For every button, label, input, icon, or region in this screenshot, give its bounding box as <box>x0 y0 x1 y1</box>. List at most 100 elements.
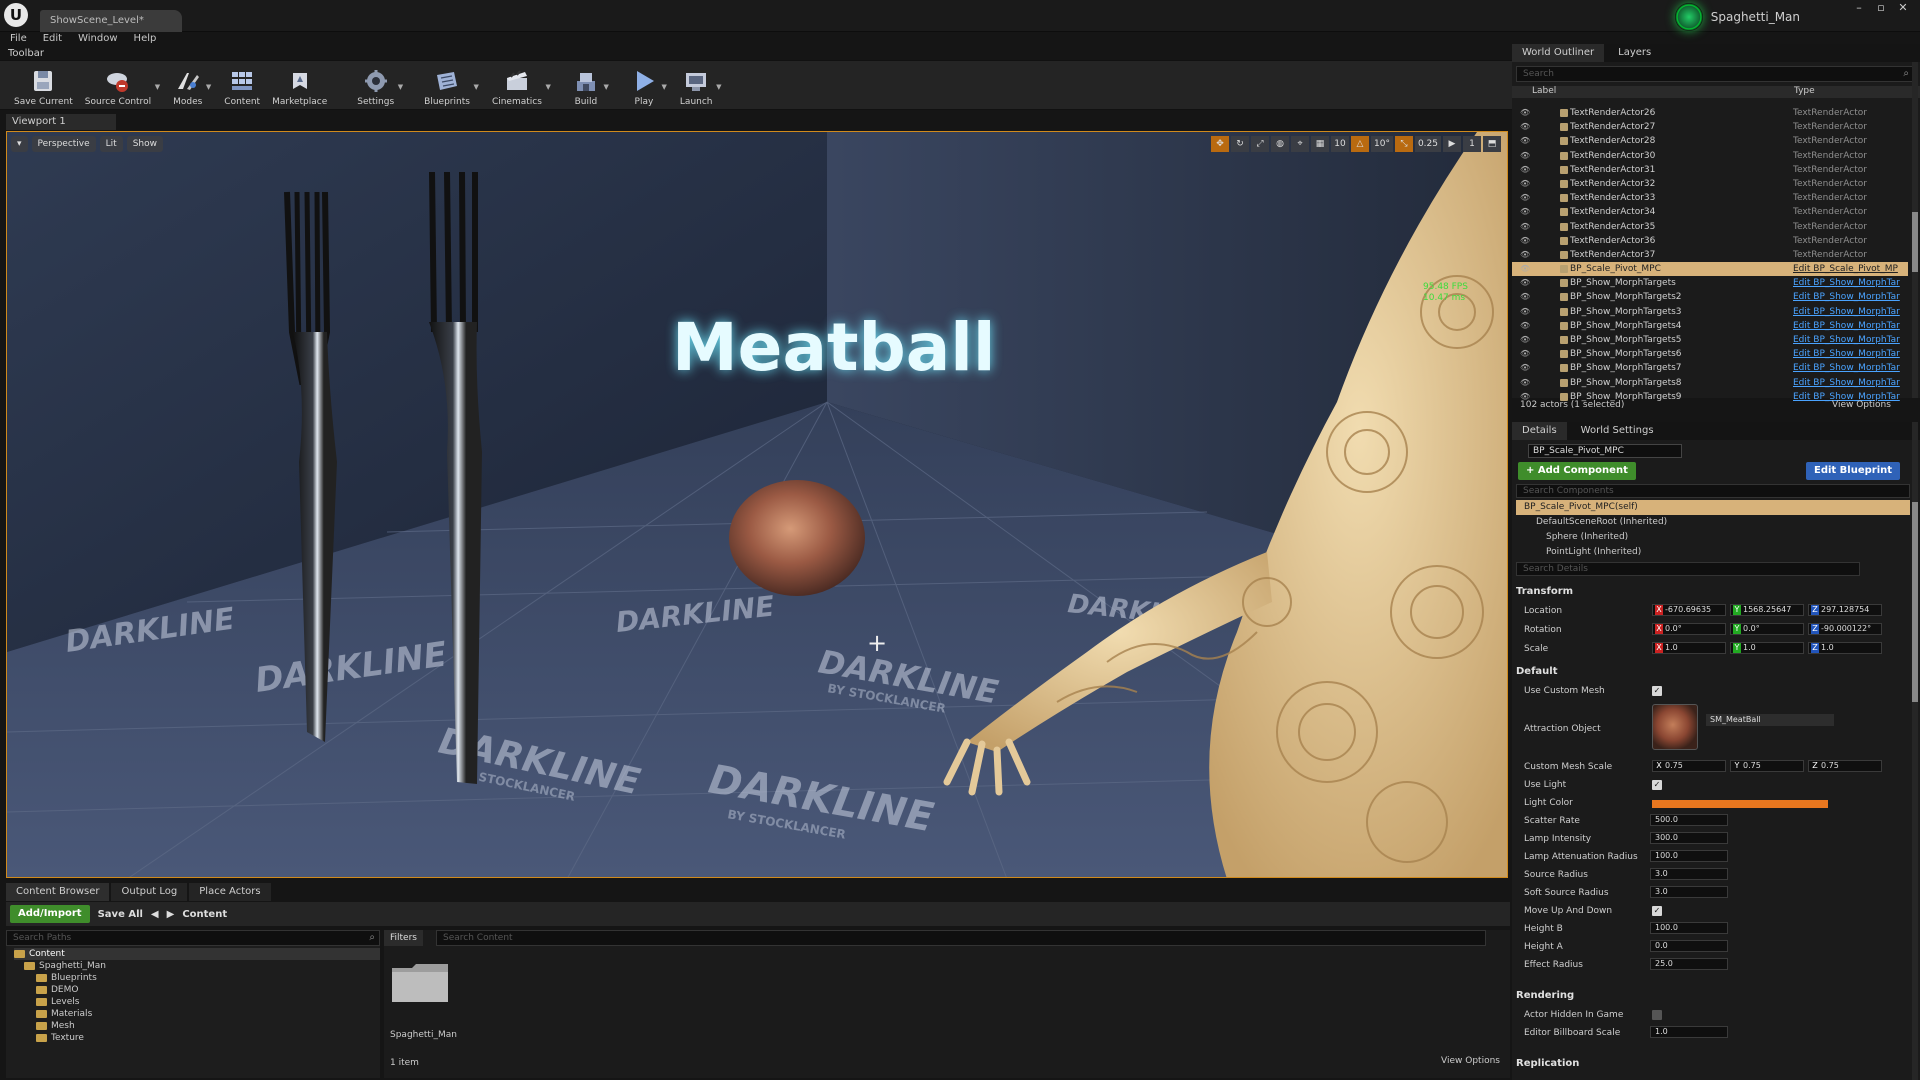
chevron-down-icon[interactable]: ▼ <box>716 83 721 91</box>
visibility-eye-icon[interactable]: 👁 <box>1520 234 1530 248</box>
edit-blueprint-link[interactable]: Edit BP_Show_MorphTar <box>1793 333 1900 347</box>
edit-blueprint-link[interactable]: Edit BP_Show_MorphTar <box>1793 319 1900 333</box>
component-sphere[interactable]: Sphere (Inherited) <box>1516 530 1910 545</box>
visibility-eye-icon[interactable]: 👁 <box>1520 120 1530 134</box>
outliner-row[interactable]: 👁 TextRenderActor28 TextRenderActor <box>1512 134 1908 148</box>
col-type[interactable]: Type <box>1794 86 1815 96</box>
add-component-button[interactable]: + Add Component <box>1518 462 1636 480</box>
outliner-scrollbar[interactable] <box>1912 62 1918 398</box>
tree-item-blueprints[interactable]: Blueprints <box>14 972 380 984</box>
scale-z[interactable]: Z 1.0 <box>1808 642 1882 654</box>
component-point-light[interactable]: PointLight (Inherited) <box>1516 545 1910 560</box>
launch-button[interactable]: Launch ▼ <box>674 61 722 111</box>
show-button[interactable]: Show <box>126 136 163 152</box>
custom-mesh-scale-z[interactable]: Z 0.75 <box>1808 760 1882 772</box>
viewport-menu-button[interactable]: ▾ <box>11 136 28 152</box>
visibility-eye-icon[interactable]: 👁 <box>1520 361 1530 375</box>
visibility-eye-icon[interactable]: 👁 <box>1520 220 1530 234</box>
chevron-down-icon[interactable]: ▼ <box>474 83 479 91</box>
tab-details[interactable]: Details <box>1512 422 1567 440</box>
location-x[interactable]: X -670.69635 <box>1652 604 1726 616</box>
edit-blueprint-link[interactable]: Edit BP_Show_MorphTar <box>1793 290 1900 304</box>
height-a-field[interactable]: 0.0 <box>1650 940 1728 952</box>
menu-edit[interactable]: Edit <box>43 33 62 47</box>
minimize-icon[interactable]: – <box>1850 2 1868 16</box>
save-all-button[interactable]: Save All <box>98 909 143 920</box>
section-rendering[interactable]: Rendering <box>1516 990 1574 1001</box>
outliner-row[interactable]: 👁 BP_Show_MorphTargets Edit BP_Show_MorphT… <box>1512 276 1908 290</box>
surface-snap-icon[interactable]: ⌖ <box>1291 136 1309 152</box>
use-custom-mesh-checkbox[interactable]: ✓ <box>1652 686 1662 696</box>
lamp-intensity-field[interactable]: 300.0 <box>1650 832 1728 844</box>
outliner-search-input[interactable]: Search ⌕ <box>1516 66 1914 82</box>
outliner-row[interactable]: 👁 BP_Show_MorphTargets6 Edit BP_Show_Morph… <box>1512 347 1908 361</box>
outliner-row[interactable]: 👁 TextRenderActor26 TextRenderActor <box>1512 106 1908 120</box>
tree-item-content[interactable]: Content <box>14 948 380 960</box>
scale-snap-icon[interactable]: ⤡ <box>1394 136 1413 152</box>
custom-mesh-scale-y[interactable]: Y 0.75 <box>1730 760 1804 772</box>
tab-content-browser[interactable]: Content Browser <box>6 883 110 901</box>
edit-blueprint-link[interactable]: Edit BP_Show_MorphTar <box>1793 361 1900 375</box>
rotate-icon[interactable]: ↻ <box>1231 136 1249 152</box>
meatball-mesh[interactable] <box>729 480 865 596</box>
visibility-eye-icon[interactable]: 👁 <box>1520 276 1530 290</box>
outliner-row[interactable]: 👁 BP_Show_MorphTargets8 Edit BP_Show_Morph… <box>1512 376 1908 390</box>
search-paths-input[interactable]: Search Paths ⌕ <box>6 930 380 946</box>
tab-layers[interactable]: Layers <box>1608 44 1661 62</box>
camera-speed-value[interactable]: 1 <box>1463 136 1481 152</box>
filters-button[interactable]: Filters <box>384 930 423 946</box>
visibility-eye-icon[interactable]: 👁 <box>1520 205 1530 219</box>
folder-icon[interactable] <box>390 960 450 1004</box>
view-options-button[interactable]: View Options <box>1441 1056 1500 1066</box>
outliner-row[interactable]: 👁 BP_Show_MorphTargets7 Edit BP_Show_Morph… <box>1512 361 1908 375</box>
edit-blueprint-link[interactable]: Edit BP_Show_MorphTar <box>1793 347 1900 361</box>
translate-icon[interactable]: ✥ <box>1211 136 1229 152</box>
visibility-eye-icon[interactable]: 👁 <box>1520 149 1530 163</box>
user-badge[interactable]: Spaghetti_Man <box>1674 2 1800 32</box>
scatter-rate-field[interactable]: 500.0 <box>1650 814 1728 826</box>
source-control-button[interactable]: Source Control ▼ <box>79 61 160 111</box>
visibility-eye-icon[interactable]: 👁 <box>1520 262 1530 276</box>
light-color-swatch[interactable] <box>1652 800 1828 808</box>
col-label[interactable]: Label <box>1532 86 1556 96</box>
section-default[interactable]: Default <box>1516 666 1558 677</box>
outliner-row[interactable]: 👁 BP_Show_MorphTargets5 Edit BP_Show_Morph… <box>1512 333 1908 347</box>
soft-source-radius-field[interactable]: 3.0 <box>1650 886 1728 898</box>
rotation-snap-icon[interactable]: △ <box>1351 136 1369 152</box>
search-content-input[interactable]: Search Content <box>436 930 1486 946</box>
outliner-row[interactable]: 👁 TextRenderActor31 TextRenderActor <box>1512 163 1908 177</box>
attraction-object-dropdown[interactable]: SM_MeatBall <box>1706 714 1834 726</box>
visibility-eye-icon[interactable]: 👁 <box>1520 376 1530 390</box>
visibility-eye-icon[interactable]: 👁 <box>1520 163 1530 177</box>
lit-button[interactable]: Lit <box>99 136 123 152</box>
custom-mesh-scale-x[interactable]: X 0.75 <box>1652 760 1726 772</box>
menu-window[interactable]: Window <box>78 33 117 47</box>
location-y[interactable]: Y 1568.25647 <box>1730 604 1804 616</box>
scale-snap-value[interactable]: 0.25 <box>1414 136 1441 152</box>
outliner-row[interactable]: 👁 TextRenderActor37 TextRenderActor <box>1512 248 1908 262</box>
move-up-down-checkbox[interactable]: ✓ <box>1652 906 1662 916</box>
marketplace-button[interactable]: Marketplace <box>266 61 333 111</box>
maximize-viewport-icon[interactable]: ⬒ <box>1483 136 1501 152</box>
scale-y[interactable]: Y 1.0 <box>1730 642 1804 654</box>
tab-place-actors[interactable]: Place Actors <box>189 883 271 901</box>
visibility-eye-icon[interactable]: 👁 <box>1520 191 1530 205</box>
outliner-row[interactable]: 👁 TextRenderActor27 TextRenderActor <box>1512 120 1908 134</box>
chevron-down-icon[interactable]: ▼ <box>662 83 667 91</box>
play-button[interactable]: Play ▼ <box>624 61 667 111</box>
outliner-row[interactable]: 👁 BP_Show_MorphTargets2 Edit BP_Show_Morph… <box>1512 290 1908 304</box>
menu-help[interactable]: Help <box>134 33 157 47</box>
content-button[interactable]: Content <box>218 61 266 111</box>
outliner-row[interactable]: 👁 TextRenderActor36 TextRenderActor <box>1512 234 1908 248</box>
visibility-eye-icon[interactable]: 👁 <box>1520 333 1530 347</box>
blueprints-button[interactable]: Blueprints ▼ <box>418 61 479 111</box>
tab-world-settings[interactable]: World Settings <box>1571 422 1664 440</box>
section-transform[interactable]: Transform <box>1516 586 1573 597</box>
rotation-snap-value[interactable]: 10° <box>1371 136 1393 152</box>
add-import-button[interactable]: Add/Import <box>10 905 90 923</box>
visibility-eye-icon[interactable]: 👁 <box>1520 177 1530 191</box>
cinematics-button[interactable]: Cinematics ▼ <box>486 61 551 111</box>
visibility-eye-icon[interactable]: 👁 <box>1520 290 1530 304</box>
viewport-tab[interactable]: Viewport 1 <box>6 114 116 130</box>
component-self[interactable]: BP_Scale_Pivot_MPC(self) <box>1516 500 1910 515</box>
